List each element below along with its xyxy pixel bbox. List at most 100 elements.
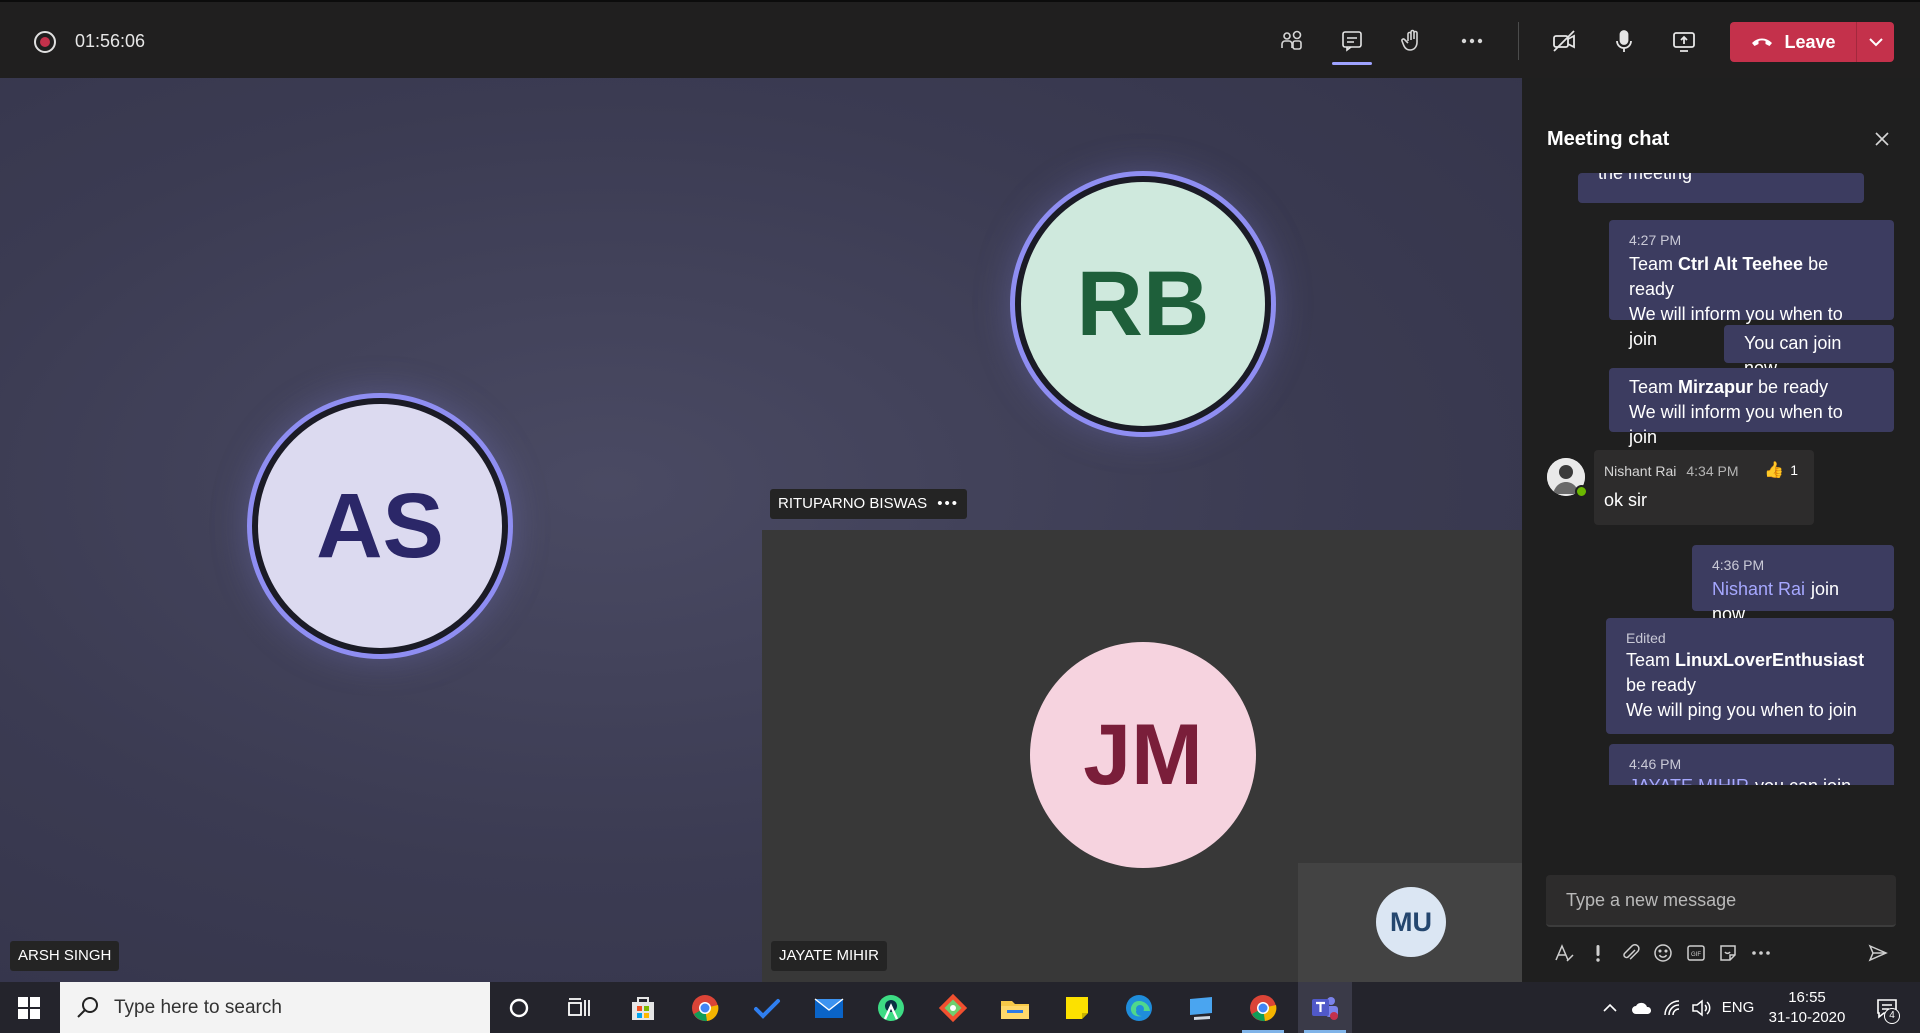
taskbar-clock[interactable]: 16:55 31-10-2020 [1762,988,1852,1028]
chrome-icon [1250,994,1277,1021]
message-text: ok sir [1604,490,1648,510]
message-line: We will ping you when to join [1626,700,1857,720]
mention[interactable]: JAYATE MIHIR [1629,776,1749,785]
participant-avatar-jm: JM [1030,642,1256,868]
chevron-down-icon [1868,38,1883,47]
chat-message: 4:36 PM Nishant Rai join now [1692,545,1894,624]
message-time: 4:34 PM [1686,463,1739,479]
meeting-chat-panel: Meeting chat the meeting 4:27 PM Team Ct… [1522,78,1920,982]
camera-toggle-button[interactable] [1544,22,1584,60]
taskbar-app-chrome-active[interactable] [1236,982,1290,1033]
participant-name-tag-rb: RITUPARNO BISWAS ••• [770,489,967,519]
chevron-up-icon [1603,1003,1617,1012]
teams-meeting-window: 01:56:06 Leave AS ARSH SINGH RB RITUPARN… [0,0,1920,1033]
taskbar-app-teams[interactable] [1298,982,1352,1033]
cortana-button[interactable] [492,982,546,1033]
taskbar-app-remote-desktop[interactable] [1174,982,1228,1033]
chat-message: the meeting [1578,173,1864,203]
format-icon [1555,944,1574,962]
camera-off-icon [1553,30,1575,52]
edited-label: Edited [1626,630,1666,646]
close-icon [1875,132,1889,146]
gif-icon: GIF [1687,945,1705,961]
volume-icon [1692,998,1711,1017]
share-screen-button[interactable] [1664,22,1704,60]
show-hidden-icons-button[interactable] [1598,982,1622,1033]
git-icon [938,993,968,1022]
more-actions-button[interactable] [1452,22,1492,60]
cloud-icon [1632,1002,1652,1014]
remote-desktop-icon [1190,996,1212,1020]
sticker-icon [1720,945,1736,961]
file-explorer-icon [1001,1000,1029,1019]
participant-avatar-rb: RB [1015,176,1271,432]
edge-icon [1126,994,1152,1021]
close-chat-button[interactable] [1867,124,1897,154]
clock-time: 16:55 [1788,989,1826,1006]
chat-button[interactable] [1332,22,1372,60]
taskbar-app-sticky-notes[interactable] [1050,982,1104,1033]
microphone-button[interactable] [1604,22,1644,60]
important-button[interactable] [1584,938,1612,968]
emoji-button[interactable] [1649,938,1677,968]
self-view-tile: MU [1298,863,1522,982]
attach-button[interactable] [1616,938,1644,968]
chat-message: Edited Team LinuxLoverEnthusiast be read… [1606,618,1894,734]
start-button[interactable] [0,982,58,1033]
taskbar-app-file-explorer[interactable] [988,982,1042,1033]
participant-name-tag: ARSH SINGH [10,941,120,971]
participants-icon [1281,30,1302,50]
message-sender[interactable]: Nishant Rai [1604,463,1676,479]
raise-hand-button[interactable] [1392,22,1432,60]
leave-button[interactable]: Leave [1730,22,1856,62]
taskbar-app-store[interactable] [616,982,670,1033]
gif-button[interactable]: GIF [1682,938,1710,968]
taskbar-search[interactable]: Type here to search [60,982,490,1033]
important-icon [1596,945,1600,962]
mention[interactable]: Nishant Rai [1712,579,1805,599]
chat-message-list: the meeting 4:27 PM Team Ctrl Alt Teehee… [1522,173,1920,785]
language-indicator[interactable]: ENG [1718,982,1758,1033]
participants-button[interactable] [1272,22,1312,60]
message-time: 4:46 PM [1629,756,1682,772]
action-center-button[interactable] [1862,982,1912,1033]
windows-taskbar: Type here to search ENG 16:55 31-10-2020… [0,982,1920,1033]
participant-more-icon[interactable]: ••• [937,495,959,512]
taskbar-app-mail[interactable] [802,982,856,1033]
raise-hand-icon [1401,29,1418,51]
emoji-icon [1654,944,1672,962]
onedrive-button[interactable] [1628,982,1656,1033]
sticker-button[interactable] [1714,938,1742,968]
participant-name: RITUPARNO BISWAS [778,495,928,512]
taskbar-app-edge[interactable] [1112,982,1166,1033]
volume-button[interactable] [1688,982,1714,1033]
task-view-button[interactable] [552,982,606,1033]
message-line: JAYATE MIHIRyou can join now [1629,774,1874,785]
chrome-icon [692,994,719,1021]
taskbar-app-git[interactable] [926,982,980,1033]
chat-active-indicator [1332,62,1372,65]
meeting-toolbar: 01:56:06 Leave [0,0,1920,78]
chat-message: Nishant Rai 4:34 PM 👍 1 ok sir [1594,450,1814,525]
participant-avatar-as: AS [252,398,508,654]
android-studio-icon [878,994,904,1021]
message-input[interactable] [1546,875,1896,925]
send-button[interactable] [1864,938,1892,968]
format-button[interactable] [1550,938,1578,968]
reaction-badge[interactable]: 👍 1 [1764,458,1798,483]
taskbar-app-chrome[interactable] [678,982,732,1033]
send-icon [1868,944,1888,962]
search-icon [77,996,98,1018]
taskbar-app-todo[interactable] [740,982,794,1033]
toolbar-divider [1518,22,1519,60]
presence-available-icon [1575,485,1588,498]
thumbs-up-icon: 👍 [1764,462,1785,479]
taskbar-app-android-studio[interactable] [864,982,918,1033]
meeting-timer: 01:56:06 [75,31,146,51]
chat-title: Meeting chat [1547,128,1670,150]
leave-options-button[interactable] [1857,22,1894,62]
network-button[interactable] [1660,982,1686,1033]
sticky-notes-icon [1066,996,1088,1019]
attach-icon [1623,944,1640,960]
more-options-button[interactable] [1747,938,1775,968]
